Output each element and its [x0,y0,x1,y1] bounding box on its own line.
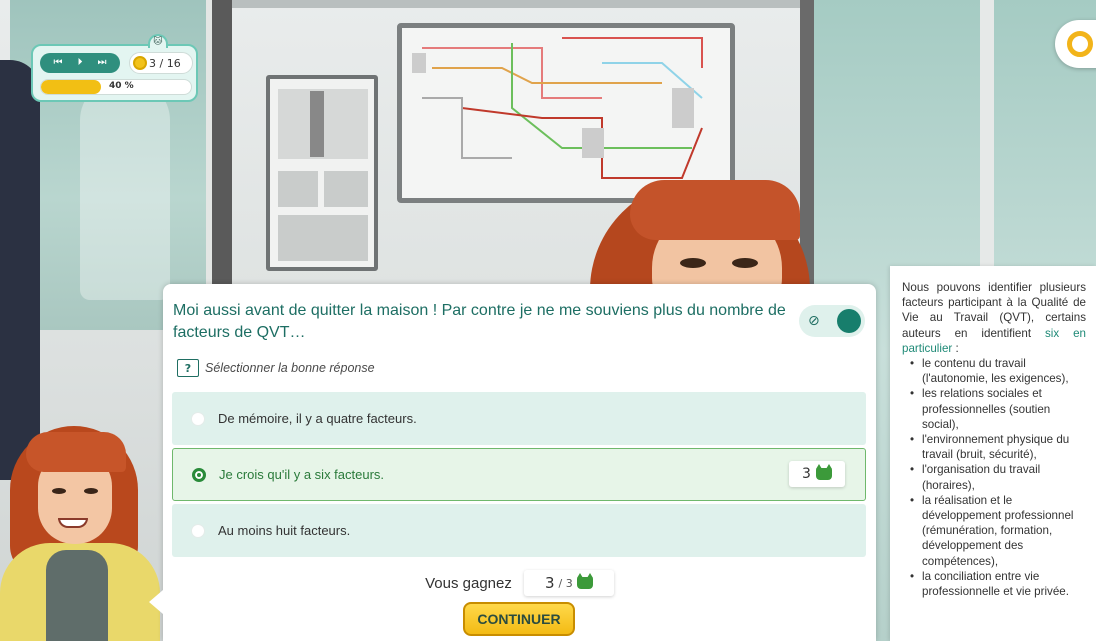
option-score: 3 [789,461,845,487]
playback-controls: ⏮ ⏵ ⏭ [40,53,120,73]
factor-item: l'organisation du travail (horaires), [910,462,1086,492]
answer-option-3[interactable]: Au moins huit facteurs. [172,504,866,557]
radio-button[interactable] [191,411,205,426]
question-text: Moi aussi avant de quitter la maison ! P… [173,302,786,341]
answer-option-1[interactable]: De mémoire, il y a quatre facteurs. [172,392,866,445]
ceiling-rail [232,0,800,8]
progress-label: 40 % [109,81,134,91]
score-counter: 3 / 16 [129,52,193,74]
speaker-avatar [0,418,160,641]
rewind-icon[interactable]: ⏮ [54,58,63,68]
radio-button[interactable] [192,467,206,482]
answer-option-2[interactable]: Je crois qu'il y a six facteurs. 3 [172,448,866,501]
progress-bar: 40 % [40,79,192,95]
hud-panel: 🐱 ⏮ ⏵ ⏭ 3 / 16 40 % [31,34,198,102]
menu-icon [1067,31,1093,57]
gain-value: 3 [545,574,555,592]
left-character-coat [0,60,40,480]
option-label: De mémoire, il y a quatre facteurs. [218,411,417,426]
notice-board [266,75,378,271]
info-panel: Nous pouvons identifier plusieurs facteu… [890,266,1096,641]
gain-label: Vous gagnez [425,574,512,592]
gain-box: 3 / 3 [523,570,614,596]
score-text: 3 / 16 [149,56,181,70]
hide-text-toggle[interactable]: ⊘ [799,305,865,337]
progress-fill [41,80,101,94]
factor-item: le contenu du travail (l'autonomie, les … [910,356,1086,386]
continue-button[interactable]: CONTINUER [463,602,575,636]
instruction: ? Sélectionner la bonne réponse [177,359,375,377]
option-score-value: 3 [802,466,811,482]
toggle-knob [837,309,861,333]
gain-row: Vous gagnez 3 / 3 [163,570,876,596]
skip-icon[interactable]: ⏭ [98,58,107,68]
gain-total: / 3 [558,576,573,590]
factor-item: l'environnement physique du travail (bru… [910,432,1086,462]
option-label: Je crois qu'il y a six facteurs. [219,467,385,482]
background-character [590,170,810,340]
menu-button[interactable] [1055,20,1096,68]
eye-off-icon: ⊘ [808,313,820,329]
cat-icon: 🐱 [148,34,168,48]
play-icon[interactable]: ⏵ [78,58,83,68]
info-colon: : [952,341,959,355]
factor-item: la conciliation entre vie professionnell… [910,569,1086,599]
factor-item: les relations sociales et professionnell… [910,386,1086,432]
factor-item: la réalisation et le développement profe… [910,493,1086,569]
question-dialog: Moi aussi avant de quitter la maison ! P… [149,284,876,641]
cat-icon [815,464,832,480]
factor-list: le contenu du travail (l'autonomie, les … [910,356,1086,599]
info-text: Nous pouvons identifier plusieurs facteu… [902,280,1086,356]
instruction-text: Sélectionner la bonne réponse [205,361,375,375]
help-icon: ? [177,359,199,377]
coin-icon [133,56,147,70]
cat-icon [576,573,593,589]
radio-button[interactable] [191,523,205,538]
option-label: Au moins huit facteurs. [218,523,351,538]
